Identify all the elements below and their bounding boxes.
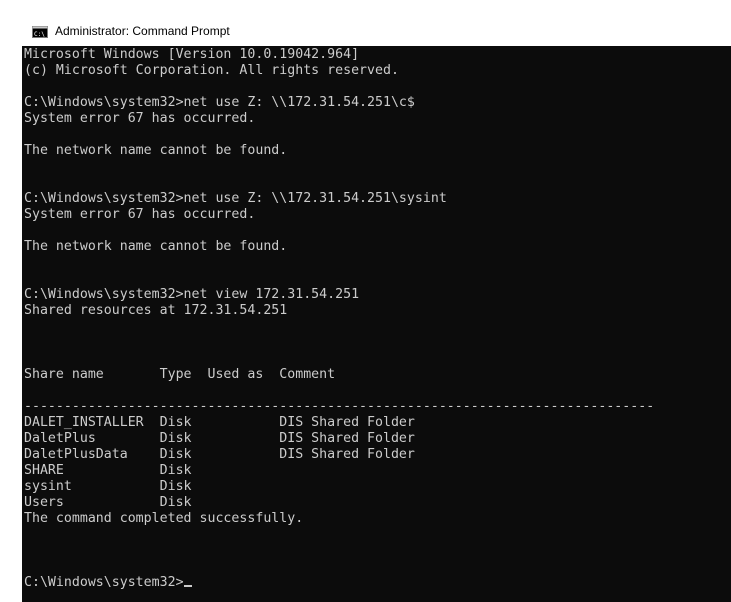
console-line: SHARE Disk <box>24 463 192 478</box>
console-line: The network name cannot be found. <box>24 143 288 158</box>
console-line: C:\Windows\system32>net use Z: \\172.31.… <box>24 95 415 110</box>
title-bar[interactable]: C:\ Administrator: Command Prompt <box>22 16 731 46</box>
console-line: System error 67 has occurred. <box>24 111 256 126</box>
console-line: ----------------------------------------… <box>24 399 655 414</box>
prompt-text: C:\Windows\system32> <box>24 575 184 590</box>
window-title: Administrator: Command Prompt <box>55 24 230 38</box>
command-prompt-window: C:\ Administrator: Command Prompt Micros… <box>22 16 731 602</box>
console-line: DALET_INSTALLER Disk DIS Shared Folder <box>24 415 415 430</box>
console-line: Shared resources at 172.31.54.251 <box>24 303 288 318</box>
console-line: DaletPlus Disk DIS Shared Folder <box>24 431 415 446</box>
console-line: C:\Windows\system32>net use Z: \\172.31.… <box>24 191 447 206</box>
console-line: The command completed successfully. <box>24 511 304 526</box>
console-line: sysint Disk <box>24 479 192 494</box>
console-line: Users Disk <box>24 495 192 510</box>
svg-text:C:\: C:\ <box>34 31 45 38</box>
console-line: Microsoft Windows [Version 10.0.19042.96… <box>24 47 360 62</box>
command-prompt-icon: C:\ <box>32 25 48 38</box>
console-line: C:\Windows\system32>net view 172.31.54.2… <box>24 287 360 302</box>
console-line: (c) Microsoft Corporation. All rights re… <box>24 63 399 78</box>
console-output[interactable]: Microsoft Windows [Version 10.0.19042.96… <box>24 46 731 602</box>
text-cursor <box>183 585 192 587</box>
console-line: The network name cannot be found. <box>24 239 288 254</box>
console-line: DaletPlusData Disk DIS Shared Folder <box>24 447 415 462</box>
console-line: System error 67 has occurred. <box>24 207 256 222</box>
prompt-line[interactable]: C:\Windows\system32> <box>24 575 731 591</box>
console-line: Share name Type Used as Comment <box>24 367 336 382</box>
